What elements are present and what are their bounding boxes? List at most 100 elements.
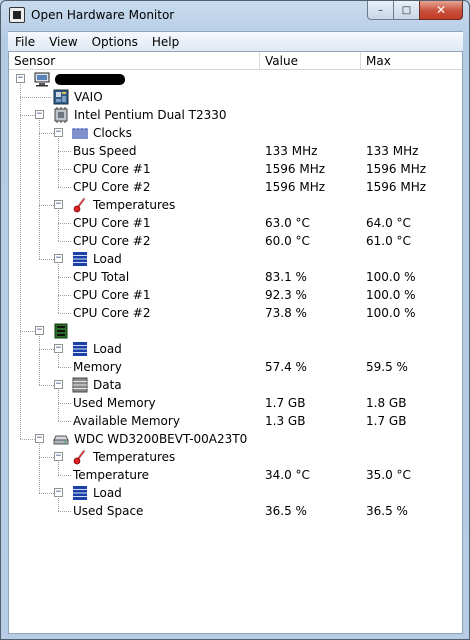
column-max[interactable]: Max [361, 52, 461, 70]
tree-row[interactable]: CPU Core #1 1596 MHz 1596 MHz [9, 160, 462, 178]
sensor-name: CPU Core #2 [73, 180, 151, 194]
tree-connector-line [39, 385, 54, 386]
sensor-name: CPU Core #1 [73, 162, 151, 176]
tree-row[interactable]: Memory 57.4 % 59.5 % [9, 358, 462, 376]
tree-connector-line [58, 498, 59, 511]
tree-connector-line [58, 354, 59, 367]
sensor-name: CPU Total [73, 270, 130, 284]
close-button[interactable]: ✕ [419, 1, 463, 20]
tree-connector-line [58, 390, 59, 421]
tree-row[interactable]: Used Memory 1.7 GB 1.8 GB [9, 394, 462, 412]
sensor-max: 1596 MHz [366, 180, 427, 194]
tree-row[interactable]: − Intel Pentium Dual T2330 [9, 106, 462, 124]
sensor-value: 1596 MHz [265, 180, 326, 194]
tree-row[interactable]: Used Space 36.5 % 36.5 % [9, 502, 462, 520]
collapse-toggle[interactable]: − [54, 128, 63, 137]
tree-connector-line [58, 264, 59, 313]
tree-row[interactable]: − WDC WD3200BEVT-00A23T0 [9, 430, 462, 448]
tree-row[interactable]: − Temperatures [9, 448, 462, 466]
tree-row[interactable]: − Load [9, 250, 462, 268]
collapse-toggle[interactable]: − [35, 326, 44, 335]
tree-row[interactable]: CPU Core #2 73.8 % 100.0 % [9, 304, 462, 322]
tree-connector-line [39, 336, 40, 385]
menu-view[interactable]: View [42, 35, 84, 49]
app-icon[interactable] [9, 7, 25, 23]
menu-options[interactable]: Options [85, 35, 145, 49]
tree-connector-line [39, 349, 54, 350]
tree-row[interactable]: − Load [9, 484, 462, 502]
sensor-name: CPU Core #1 [73, 216, 151, 230]
sensor-value: 83.1 % [265, 270, 307, 284]
sensor-name: VAIO [74, 90, 103, 104]
tree-row[interactable]: − [9, 322, 462, 340]
collapse-toggle[interactable]: − [35, 110, 44, 119]
sensor-value: 36.5 % [265, 504, 307, 518]
collapse-toggle[interactable]: − [16, 74, 25, 83]
maximize-button[interactable]: □ [393, 1, 419, 20]
tree-row[interactable]: Bus Speed 133 MHz 133 MHz [9, 142, 462, 160]
computer-icon [34, 71, 50, 87]
collapse-toggle[interactable]: − [54, 254, 63, 263]
sensor-max: 1596 MHz [366, 162, 427, 176]
sensor-name: CPU Core #2 [73, 306, 151, 320]
tree-row[interactable]: Temperature 34.0 °C 35.0 °C [9, 466, 462, 484]
collapse-toggle[interactable]: − [54, 344, 63, 353]
tree-connector-line [58, 241, 71, 242]
tree-row[interactable]: Available Memory 1.3 GB 1.7 GB [9, 412, 462, 430]
tree-connector-line [39, 259, 54, 260]
sensor-value: 1.3 GB [265, 414, 306, 428]
tree-row[interactable]: − Data [9, 376, 462, 394]
sensor-name: Intel Pentium Dual T2330 [74, 108, 227, 122]
sensor-name: WDC WD3200BEVT-00A23T0 [74, 432, 248, 446]
sensor-max: 100.0 % [366, 306, 416, 320]
tree-connector-line [58, 403, 71, 404]
column-header: Sensor Value Max [9, 52, 462, 70]
sensor-max: 1.7 GB [366, 414, 407, 428]
tree-connector-line [58, 187, 71, 188]
collapse-toggle[interactable]: − [54, 488, 63, 497]
collapse-toggle[interactable]: − [54, 380, 63, 389]
collapse-toggle[interactable]: − [35, 434, 44, 443]
sensor-name: Available Memory [73, 414, 180, 428]
tree-row[interactable]: VAIO [9, 88, 462, 106]
tree-connector-line [58, 210, 59, 241]
tree-connector-line [20, 115, 35, 116]
tree-row[interactable]: − Temperatures [9, 196, 462, 214]
column-sensor[interactable]: Sensor [9, 52, 259, 70]
tree-connector-line [58, 295, 71, 296]
tree-row[interactable]: CPU Core #1 63.0 °C 64.0 °C [9, 214, 462, 232]
sensor-name: Temperature [73, 468, 150, 482]
sensor-tree-view[interactable]: Sensor Value Max − VAIO − Intel Pentium Dua… [8, 51, 463, 634]
tree-connector-line [58, 475, 71, 476]
tree-connector-line [39, 133, 54, 134]
tree-row[interactable]: CPU Core #2 1596 MHz 1596 MHz [9, 178, 462, 196]
window-title: Open Hardware Monitor [31, 8, 175, 22]
menu-help[interactable]: Help [145, 35, 186, 49]
sensor-name: Clocks [93, 126, 132, 140]
tree-row[interactable]: − Load [9, 340, 462, 358]
tree-row[interactable]: − [9, 70, 462, 88]
tree-row[interactable]: − Clocks [9, 124, 462, 142]
tree-connector-line [58, 169, 71, 170]
load-icon [72, 485, 88, 501]
tree-row[interactable]: CPU Core #1 92.3 % 100.0 % [9, 286, 462, 304]
sensor-name: Temperatures [93, 450, 176, 464]
menu-file[interactable]: File [8, 35, 42, 49]
sensor-name: Load [93, 486, 122, 500]
sensor-name: Temperatures [93, 198, 176, 212]
tree-row[interactable]: CPU Core #2 60.0 °C 61.0 °C [9, 232, 462, 250]
title-bar[interactable]: Open Hardware Monitor – □ ✕ [1, 1, 469, 31]
sensor-max: 36.5 % [366, 504, 408, 518]
sensor-value: 60.0 °C [265, 234, 310, 248]
minimize-button[interactable]: – [367, 1, 393, 20]
tree-connector-line [58, 313, 71, 314]
tree-connector-line [58, 277, 71, 278]
collapse-toggle[interactable]: − [54, 452, 63, 461]
sensor-max: 61.0 °C [366, 234, 411, 248]
column-value[interactable]: Value [260, 52, 360, 70]
sensor-max: 100.0 % [366, 270, 416, 284]
tree-row[interactable]: CPU Total 83.1 % 100.0 % [9, 268, 462, 286]
sensor-name: CPU Core #1 [73, 288, 151, 302]
menu-bar: File View Options Help [8, 31, 463, 51]
collapse-toggle[interactable]: − [54, 200, 63, 209]
